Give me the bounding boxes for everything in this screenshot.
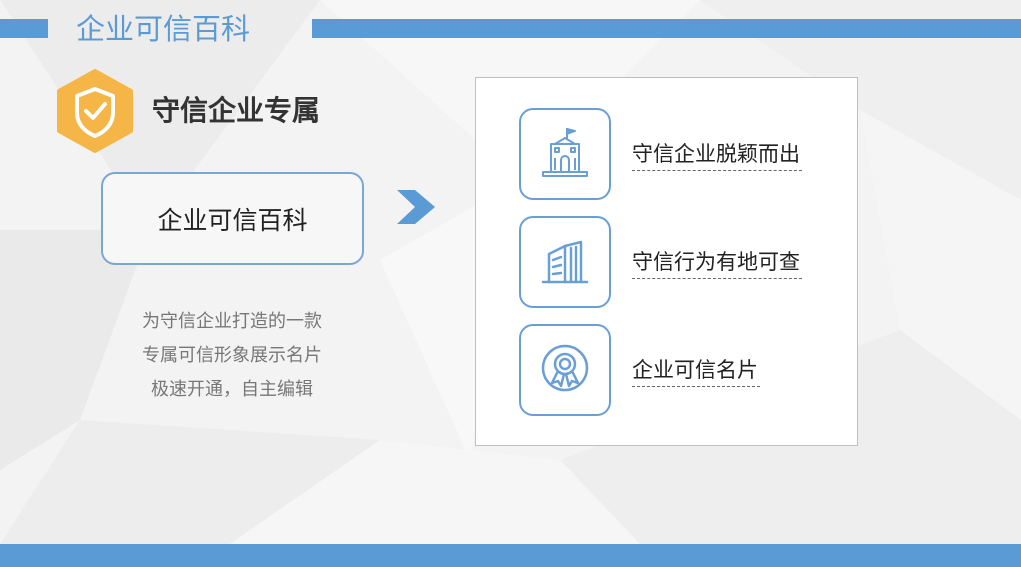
header-accent-left [0,19,48,38]
product-name: 企业可信百科 [157,205,308,235]
feature-icon-box [519,216,611,308]
features-panel: 守信企业脱颖而出 守信行为有地可查 企业可信名片 [475,77,858,446]
feature-icon-box [519,324,611,416]
feature-label: 企业可信名片 [632,354,760,387]
award-badge-icon [541,344,589,392]
feature-label: 守信企业脱颖而出 [632,138,802,171]
product-description: 为守信企业打造的一款 专属可信形象展示名片 极速开通，自主编辑 [92,305,372,407]
footer-accent-bar [0,544,1021,567]
shield-check-icon [57,69,133,153]
page-title: 企业可信百科 [76,12,251,46]
feature-label: 守信行为有地可查 [632,246,802,279]
description-line: 极速开通，自主编辑 [151,379,313,400]
feature-item: 企业可信名片 [519,324,879,416]
office-building-icon [541,240,589,284]
chevron-right-icon [397,190,435,224]
feature-item: 守信行为有地可查 [519,216,879,308]
header-accent-right [312,19,1021,38]
building-flag-icon [542,128,588,177]
feature-icon-box [519,108,611,200]
description-line: 专属可信形象展示名片 [142,345,322,366]
feature-item: 守信企业脱颖而出 [519,108,879,200]
description-line: 为守信企业打造的一款 [142,311,322,332]
product-name-box: 企业可信百科 [101,172,364,265]
section-heading: 守信企业专属 [152,94,321,127]
